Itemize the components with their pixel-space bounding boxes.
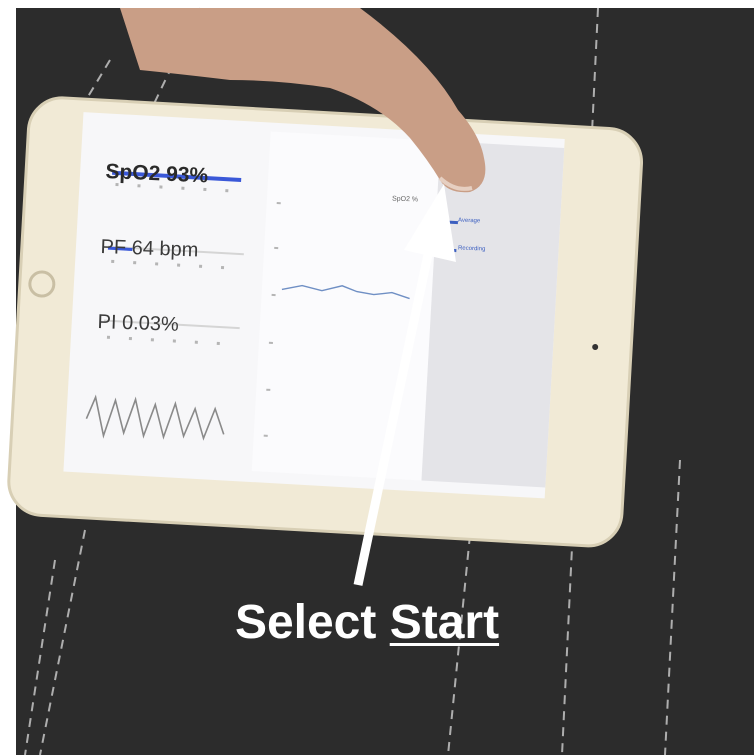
caption-lead: Select <box>234 596 377 649</box>
photo-scene: SpO2 93% PF 64 bpm PI 0.03% SpO2 % Avera… <box>0 0 754 755</box>
pulse-rate-reading: PF 64 bpm <box>100 236 199 262</box>
perfusion-index-reading: PI 0.03% <box>97 311 180 336</box>
caption-start-target: Start <box>389 596 500 649</box>
instruction-caption: Select Start <box>0 595 734 650</box>
chart-panel <box>251 131 441 481</box>
legend-recording: Recording <box>457 245 486 253</box>
spo2-reading: SpO2 93% <box>104 160 209 188</box>
chart-title: SpO2 % <box>391 195 419 204</box>
legend-average: Average <box>457 217 481 225</box>
